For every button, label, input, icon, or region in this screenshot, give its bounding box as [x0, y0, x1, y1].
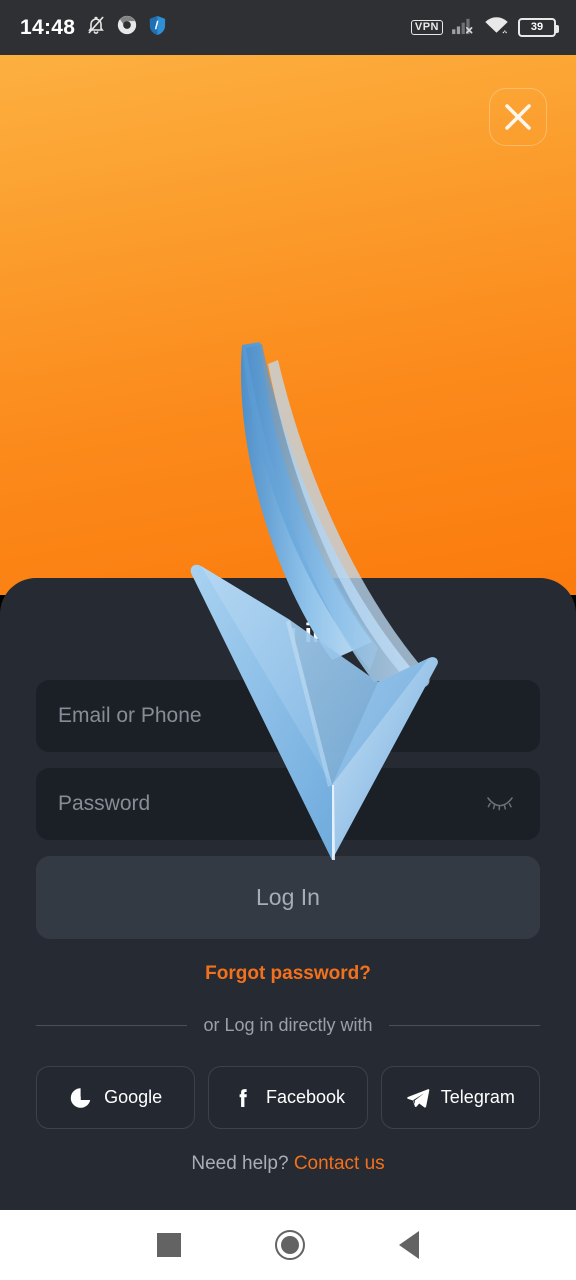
password-field[interactable] [36, 768, 540, 840]
password-input[interactable] [58, 792, 482, 816]
status-bar-left: 14:48 [20, 15, 167, 41]
phone-screen: 14:48 VPN 39 Log in Email or Phone Log I… [0, 0, 576, 1280]
status-bar-right: VPN 39 [410, 16, 559, 40]
social-login-row: Google Facebook Telegram [36, 1066, 540, 1129]
android-nav-bar [0, 1210, 576, 1280]
need-help-row: Need help? Contact us [0, 1153, 576, 1175]
password-visibility-toggle[interactable] [482, 786, 518, 822]
telegram-login-button[interactable]: Telegram [380, 1066, 540, 1129]
facebook-login-label: Facebook [265, 1087, 346, 1107]
hero-banner [0, 55, 576, 595]
back-triangle-icon[interactable] [399, 1231, 419, 1259]
home-circle-icon[interactable] [275, 1230, 305, 1260]
bell-muted-icon [86, 15, 106, 40]
divider-line-left [36, 1025, 188, 1026]
login-card: Log in Log In Forgot password? or Log in… [0, 578, 576, 1210]
forgot-password-link[interactable]: Forgot password? [0, 963, 576, 985]
contact-us-link[interactable]: Contact us [294, 1153, 385, 1174]
need-help-label: Need help? [191, 1153, 289, 1174]
google-login-button[interactable]: Google [36, 1066, 196, 1129]
telegram-icon [406, 1086, 430, 1110]
email-or-phone-field[interactable] [36, 680, 540, 752]
vpn-badge: VPN [410, 19, 443, 36]
chrome-icon [117, 15, 137, 40]
google-icon [69, 1086, 94, 1110]
battery-indicator: 39 [518, 18, 559, 37]
wifi-icon [484, 16, 509, 40]
status-clock: 14:48 [20, 15, 76, 39]
status-bar: 14:48 VPN 39 [0, 0, 576, 55]
close-icon [501, 100, 535, 134]
telegram-login-label: Telegram [440, 1087, 515, 1107]
shield-vpn-icon [148, 15, 167, 41]
battery-level: 39 [530, 21, 544, 33]
divider-line-right [388, 1025, 541, 1026]
email-or-phone-input[interactable] [58, 704, 518, 728]
close-button[interactable] [489, 88, 547, 146]
social-divider: or Log in directly with [36, 1015, 541, 1036]
signal-no-service-icon [452, 16, 475, 40]
facebook-icon [231, 1086, 255, 1110]
divider-label: or Log in directly with [203, 1015, 373, 1035]
login-button[interactable]: Log In [36, 856, 540, 939]
facebook-login-button[interactable]: Facebook [208, 1066, 368, 1129]
recents-square-icon[interactable] [157, 1233, 181, 1257]
page-title: Log in [247, 618, 329, 648]
google-login-label: Google [104, 1087, 163, 1107]
eye-closed-icon [485, 793, 515, 816]
